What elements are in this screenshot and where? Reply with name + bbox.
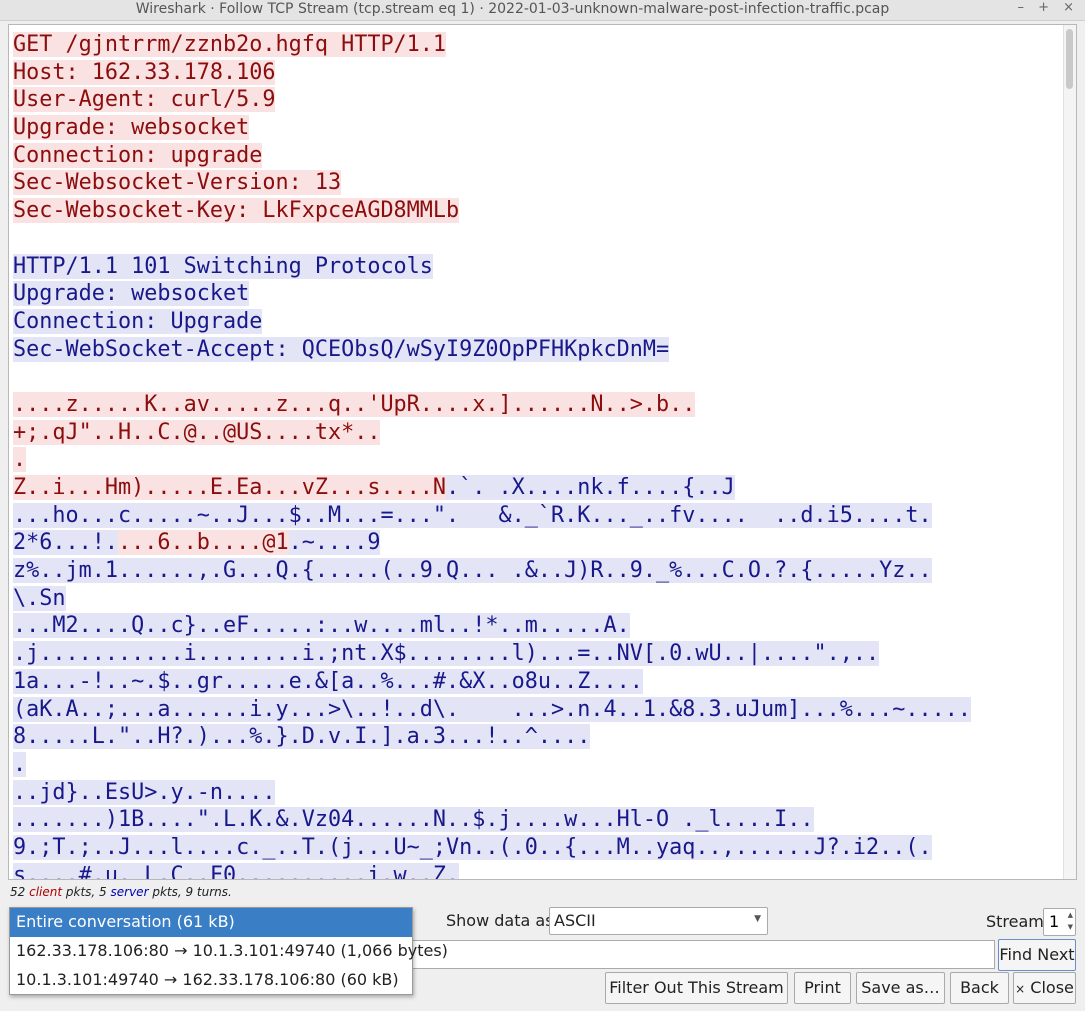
stream-line: (aK.A..;...a......i.y...>\..!..d\. ...>.… — [13, 696, 971, 724]
server-data: ..jd}..EsU>.y.-n.... — [13, 779, 276, 805]
stream-line: ..jd}..EsU>.y.-n.... — [13, 779, 971, 807]
conversation-option[interactable]: 10.1.3.101:49740 → 162.33.178.106:80 (60… — [10, 966, 412, 995]
server-data: 2*6...!. — [13, 530, 118, 556]
client-data: Upgrade: websocket — [13, 115, 250, 141]
show-data-label: Show data as — [446, 911, 554, 930]
close-label: Close — [1030, 978, 1074, 997]
server-label: server — [110, 885, 149, 899]
stream-line — [13, 225, 971, 253]
stream-line: Sec-Websocket-Version: 13 — [13, 169, 971, 197]
server-data: 1a...-!..~.$..gr.....e.&[a..%...#.&X..o8… — [13, 668, 643, 694]
server-data: Connection: Upgrade — [13, 308, 263, 334]
conversation-dropdown-list[interactable]: Entire conversation (61 kB) 162.33.178.10… — [9, 907, 448, 995]
stream-line: . — [13, 751, 971, 779]
server-data: z%..jm.1......,.G...Q.{.....(..9.Q... .&… — [13, 558, 932, 584]
stream-stats: 52 client pkts, 5 server pkts, 9 turns. — [10, 885, 232, 899]
server-data: 9.;T.;..J...l....c._..T.(j...U~_;Vn..(.0… — [13, 834, 932, 860]
stream-line: Connection: upgrade — [13, 142, 971, 170]
close-icon: × — [1015, 982, 1026, 996]
client-data: Sec-Websocket-Version: 13 — [13, 170, 342, 196]
server-data: .j...........i........i.;nt.X$........l)… — [13, 641, 880, 667]
stream-line: GET /gjntrrm/zznb2o.hgfq HTTP/1.1 — [13, 31, 971, 59]
client-data: GET /gjntrrm/zznb2o.hgfq HTTP/1.1 — [13, 32, 447, 57]
stream-line: Sec-WebSocket-Accept: QCEObsQ/wSyI9Z0OpP… — [13, 336, 971, 364]
client-data: ....z.....K..av.....z...q..'UpR....x.]..… — [13, 391, 696, 417]
spin-up-icon[interactable]: ▲ — [1068, 911, 1073, 919]
print-button[interactable]: Print — [794, 972, 851, 1004]
window-title: Wireshark · Follow TCP Stream (tcp.strea… — [135, 1, 890, 17]
server-data: Sec-WebSocket-Accept: QCEObsQ/wSyI9Z0OpP… — [13, 336, 670, 362]
stream-line: 8.....L."..H?.)...%.}.D.v.I.].a.3...!..^… — [13, 723, 971, 751]
stream-line: . — [13, 446, 971, 474]
client-data: . — [13, 447, 27, 473]
stream-line: User-Agent: curl/5.9 — [13, 86, 971, 114]
client-data: Connection: upgrade — [13, 142, 263, 168]
client-data: User-Agent: curl/5.9 — [13, 87, 276, 113]
client-data: Sec-Websocket-Key: LkFxpceAGD8MMLb — [13, 198, 460, 224]
stream-line: .......)1B....".L.K.&.Vz04......N..$.j..… — [13, 806, 971, 834]
client-data: Host: 162.33.178.106 — [13, 59, 276, 85]
stream-line: ...M2....Q..c}..eF.....:..w....ml..!*..m… — [13, 612, 971, 640]
stream-line: Sec-Websocket-Key: LkFxpceAGD8MMLb — [13, 197, 971, 225]
server-data: s....#.u. L.C..F0..........i.w..Z. — [13, 862, 460, 879]
stream-line: Upgrade: websocket — [13, 114, 971, 142]
stream-line: z%..jm.1......,.G...Q.{.....(..9.Q... .&… — [13, 557, 971, 585]
window-controls[interactable]: – + × — [1017, 0, 1079, 15]
client-data: +;.qJ"..H..C.@..@US....tx*.. — [13, 419, 381, 445]
find-next-button[interactable]: Find Next — [998, 939, 1076, 971]
server-data: Upgrade: websocket — [13, 281, 250, 307]
stream-line: 2*6...!....6..b....@1.~....9 — [13, 529, 971, 557]
stream-line — [13, 363, 971, 391]
server-data: 8.....L."..H?.)...%.}.D.v.I.].a.3...!..^… — [13, 724, 591, 750]
back-button[interactable]: Back — [950, 972, 1009, 1004]
stream-line: s....#.u. L.C..F0..........i.w..Z. — [13, 862, 971, 879]
chevron-down-icon: ▼ — [754, 914, 761, 924]
server-data: ...M2....Q..c}..eF.....:..w....ml..!*..m… — [13, 613, 630, 639]
stream-line: 9.;T.;..J...l....c._..T.(j...U~_;Vn..(.0… — [13, 834, 971, 862]
stream-line: \.Sn — [13, 585, 971, 613]
conversation-option[interactable]: 162.33.178.106:80 → 10.1.3.101:49740 (1,… — [10, 937, 448, 966]
server-data: (aK.A..;...a......i.y...>\..!..d\. ...>.… — [13, 696, 971, 722]
scrollbar-thumb[interactable] — [1066, 29, 1073, 89]
client-label: client — [29, 885, 63, 899]
stream-line: +;.qJ"..H..C.@..@US....tx*.. — [13, 419, 971, 447]
vertical-scrollbar[interactable] — [1063, 25, 1076, 879]
conversation-option[interactable]: Entire conversation (61 kB) — [10, 908, 412, 937]
stream-line: Host: 162.33.178.106 — [13, 59, 971, 87]
filter-out-stream-button[interactable]: Filter Out This Stream — [605, 972, 788, 1004]
stream-line: 1a...-!..~.$..gr.....e.&[a..%...#.&X..o8… — [13, 668, 971, 696]
stream-line: ...ho...c.....~..J...$..M...=...". &._`R… — [13, 502, 971, 530]
stream-line: Z..i...Hm).....E.Ea...vZ...s....N.`. .X.… — [13, 474, 971, 502]
close-button[interactable]: × Close — [1013, 972, 1076, 1004]
save-as-button[interactable]: Save as… — [856, 972, 945, 1004]
stream-number-value: 1 — [1049, 912, 1060, 931]
server-data: .~....9 — [288, 530, 381, 556]
stream-line: ....z.....K..av.....z...q..'UpR....x.]..… — [13, 391, 971, 419]
stream-text: GET /gjntrrm/zznb2o.hgfq HTTP/1.1 Host: 1… — [13, 31, 971, 879]
server-data: .`. .X....nk.f....{..J — [446, 475, 735, 500]
stream-label: Stream — [986, 912, 1044, 931]
server-data: HTTP/1.1 101 Switching Protocols — [13, 253, 433, 279]
client-data: ...6..b....@1 — [117, 530, 289, 556]
server-data: . — [13, 751, 27, 777]
show-data-value: ASCII — [554, 911, 596, 930]
server-data: .......)1B....".L.K.&.Vz04......N..$.j..… — [13, 807, 814, 833]
stream-content-pane[interactable]: GET /gjntrrm/zznb2o.hgfq HTTP/1.1 Host: 1… — [8, 24, 1077, 880]
spin-down-icon[interactable]: ▼ — [1068, 923, 1073, 931]
server-data: \.Sn — [13, 585, 66, 611]
stream-line: HTTP/1.1 101 Switching Protocols — [13, 253, 971, 281]
stream-line: Connection: Upgrade — [13, 308, 971, 336]
stream-line: .j...........i........i.;nt.X$........l)… — [13, 640, 971, 668]
stream-line: Upgrade: websocket — [13, 280, 971, 308]
client-data: Z..i...Hm).....E.Ea...vZ...s....N — [13, 475, 447, 500]
server-data: ...ho...c.....~..J...$..M...=...". &._`R… — [13, 502, 932, 528]
stream-number-spinbox[interactable]: 1 ▲ ▼ — [1043, 908, 1076, 936]
title-bar: Wireshark · Follow TCP Stream (tcp.strea… — [0, 0, 1085, 21]
find-input[interactable] — [405, 940, 995, 969]
show-data-select[interactable]: ASCII ▼ — [549, 907, 768, 935]
